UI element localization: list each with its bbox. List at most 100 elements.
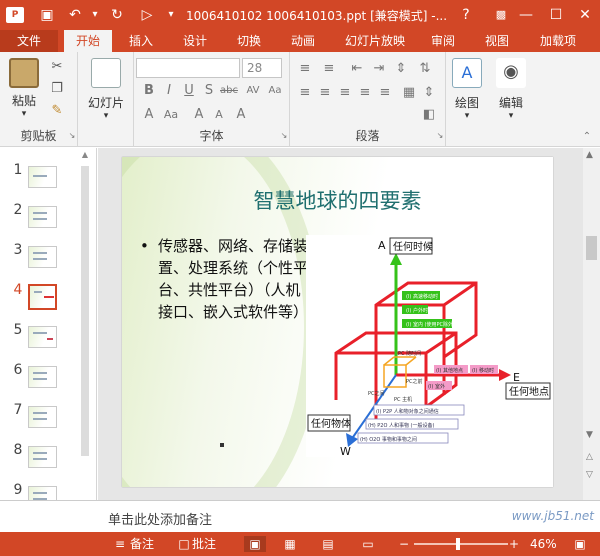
clipboard-group: 粘贴 ▾ ✂ ❐ ✎ 剪贴板 ↘	[0, 52, 78, 147]
normal-view-icon[interactable]: ▣	[244, 536, 266, 552]
comments-icon[interactable]: □	[176, 536, 192, 552]
editing-button[interactable]: ◉ 编辑 ▾	[492, 58, 530, 121]
four-elements-diagram[interactable]: (I) 高速移动时 (I) 户外时 (I) 室内 (使用PC除外) (I) 其他…	[306, 235, 552, 457]
tab-transitions[interactable]: 切换	[226, 30, 272, 52]
decrease-indent-icon[interactable]: ⇤	[348, 60, 366, 78]
customize-quick-access-icon[interactable]: ▾	[160, 5, 182, 25]
tab-file[interactable]: 文件	[0, 30, 58, 52]
tab-addins[interactable]: 加载项	[528, 30, 588, 52]
underline-icon[interactable]: U	[180, 82, 198, 100]
text-direction-icon[interactable]: ⇅	[416, 60, 434, 78]
slide-thumbnail-8[interactable]	[28, 446, 57, 468]
bullets-icon[interactable]: ≡	[296, 60, 314, 78]
shadow-icon[interactable]: S	[200, 82, 218, 100]
zoom-level[interactable]: 46%	[530, 536, 557, 552]
undo-dropdown-icon[interactable]: ▾	[84, 5, 106, 25]
decrease-font-icon[interactable]: A	[210, 106, 228, 124]
italic-icon[interactable]: I	[160, 82, 178, 100]
zoom-slider[interactable]	[414, 543, 508, 545]
notes-toggle-label[interactable]: 备注	[130, 536, 154, 552]
paragraph-group-label: 段落	[355, 129, 380, 143]
line-spacing-icon[interactable]: ⇕	[392, 60, 410, 78]
font-name-field[interactable]	[136, 58, 240, 78]
change-case-icon[interactable]: Aa	[266, 82, 284, 100]
justify-icon[interactable]: ≡	[356, 84, 374, 102]
restore-button[interactable]: ☐	[545, 5, 567, 25]
ribbon-tabs: 文件 开始 插入 设计 切换 动画 幻灯片放映 审阅 视图 加载项	[0, 30, 600, 52]
format-painter-icon[interactable]: ✎	[48, 102, 66, 120]
slide-thumbnail-1[interactable]	[28, 166, 57, 188]
character-spacing-icon[interactable]: AV	[244, 82, 262, 100]
bold-icon[interactable]: B	[140, 82, 158, 100]
font-launcher-icon[interactable]: ↘	[279, 127, 289, 145]
reading-view-icon[interactable]: ▤	[320, 536, 336, 552]
minimize-button[interactable]: —	[515, 5, 537, 25]
numbering-icon[interactable]: ≡	[320, 60, 338, 78]
font-case-dropdown-icon[interactable]: Aa	[162, 106, 180, 124]
zoom-out-icon[interactable]: −	[396, 536, 412, 552]
align-center-icon[interactable]: ≡	[316, 84, 334, 102]
collapse-ribbon-icon[interactable]: ⌃	[578, 128, 596, 146]
increase-font-icon[interactable]: A	[190, 106, 208, 124]
distributed-icon[interactable]: ≡	[376, 84, 394, 102]
new-slide-button[interactable]: 幻灯片 ▾	[86, 58, 126, 121]
undo-icon[interactable]: ↶	[64, 5, 86, 25]
paste-button[interactable]: 粘贴 ▾	[6, 58, 42, 119]
slide-sorter-icon[interactable]: ▦	[282, 536, 298, 552]
notes-icon[interactable]: ≡	[112, 536, 128, 552]
thumbnail-scrollbar[interactable]: ▲	[79, 150, 91, 500]
start-from-beginning-icon[interactable]: ▷	[136, 5, 158, 25]
redo-icon[interactable]: ↻	[106, 5, 128, 25]
font-size-field[interactable]: 28	[242, 58, 282, 78]
drawing-button[interactable]: A 绘图 ▾	[448, 58, 486, 121]
clipboard-launcher-icon[interactable]: ↘	[67, 127, 77, 145]
tab-animations[interactable]: 动画	[280, 30, 326, 52]
increase-indent-icon[interactable]: ⇥	[370, 60, 388, 78]
thumbnail-number: 6	[13, 362, 23, 378]
bullet-content: 传感器、网络、存储装置、处理系统（个性平台、共性平台）（人机接口、嵌入式软件等）	[158, 237, 309, 321]
cut-icon[interactable]: ✂	[48, 58, 66, 76]
slide-thumbnail-4[interactable]	[28, 284, 57, 310]
editor-scrollbar[interactable]: ▲ ▼ △ ▽	[583, 148, 600, 500]
save-icon[interactable]: ▣	[36, 5, 58, 25]
tab-slideshow[interactable]: 幻灯片放映	[336, 30, 414, 52]
clear-formatting-icon[interactable]: A	[232, 106, 250, 124]
slide-thumbnail-7[interactable]	[28, 406, 57, 428]
align-text-icon[interactable]: ⇕	[420, 84, 438, 102]
tab-view[interactable]: 视图	[474, 30, 520, 52]
font-color-icon[interactable]: A	[140, 106, 158, 124]
slideshow-view-icon[interactable]: ▭	[360, 536, 376, 552]
slide-thumbnail-5[interactable]	[28, 326, 57, 348]
copy-icon[interactable]: ❐	[48, 80, 66, 98]
diagram-label: (I) 移动时	[472, 367, 494, 374]
align-left-icon[interactable]: ≡	[296, 84, 314, 102]
slide-thumbnail-3[interactable]	[28, 246, 57, 268]
ribbon-display-options-icon[interactable]: ▩	[490, 5, 512, 25]
paragraph-launcher-icon[interactable]: ↘	[435, 127, 445, 145]
zoom-in-icon[interactable]: +	[506, 536, 522, 552]
diagram-label: (I) P2P 人和物对象之间通信	[376, 408, 439, 415]
help-button[interactable]: ?	[455, 5, 477, 25]
fit-slide-icon[interactable]: ▣	[572, 536, 588, 552]
tab-insert[interactable]: 插入	[118, 30, 164, 52]
smartart-icon[interactable]: ◧	[420, 106, 438, 124]
thumbnail-number: 9	[13, 482, 23, 498]
watermark: www.jb51.net	[511, 509, 594, 523]
tab-home[interactable]: 开始	[64, 30, 112, 52]
notes-pane[interactable]: 单击此处添加备注 www.jb51.net	[98, 500, 600, 532]
slide-thumbnail-2[interactable]	[28, 206, 57, 228]
tab-design[interactable]: 设计	[172, 30, 218, 52]
comments-toggle-label[interactable]: 批注	[192, 536, 216, 552]
slide-title[interactable]: 智慧地球的四要素	[122, 185, 553, 215]
strikethrough-icon[interactable]: abc	[220, 82, 238, 100]
slide-thumbnail-6[interactable]	[28, 366, 57, 388]
tab-review[interactable]: 审阅	[420, 30, 466, 52]
zoom-slider-thumb[interactable]	[456, 538, 460, 550]
align-right-icon[interactable]: ≡	[336, 84, 354, 102]
close-button[interactable]: ✕	[574, 5, 596, 25]
slide-bullet-text[interactable]: • 传感器、网络、存储装置、处理系统（个性平台、共性平台）（人机接口、嵌入式软件…	[140, 235, 314, 323]
slide-canvas[interactable]: 智慧地球的四要素 • 传感器、网络、存储装置、处理系统（个性平台、共性平台）（人…	[122, 157, 553, 487]
binoculars-icon: ◉	[496, 58, 526, 88]
columns-icon[interactable]: ▦	[400, 84, 418, 102]
diagram-label: PC之间	[368, 390, 385, 397]
